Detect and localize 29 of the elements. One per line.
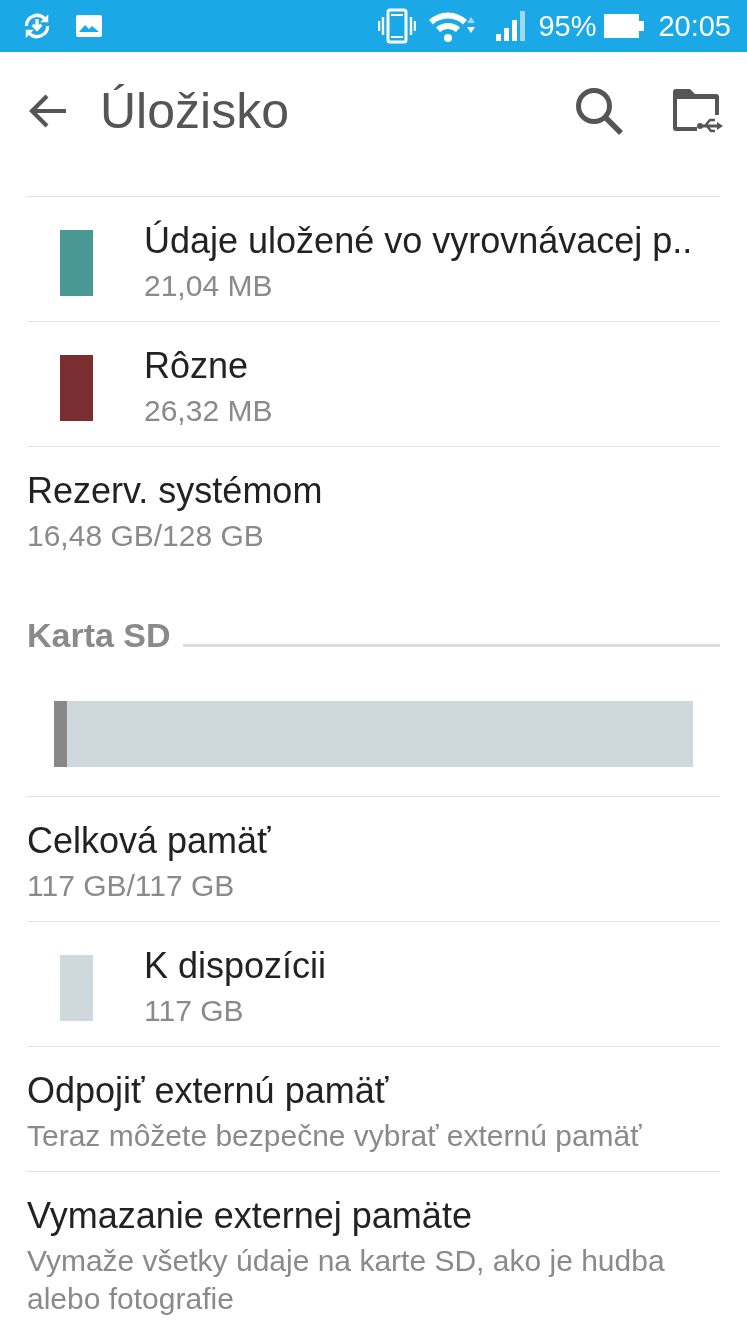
- item-title: Rôzne: [144, 345, 250, 387]
- item-subtitle: 117 GB: [144, 993, 245, 1029]
- back-button[interactable]: [28, 94, 68, 128]
- item-title: Vymazanie externej pamäte: [27, 1195, 473, 1237]
- clock-time: 20:05: [658, 9, 731, 43]
- screen-title: Úložisko: [100, 82, 290, 140]
- search-icon: [575, 87, 623, 135]
- search-button[interactable]: [575, 87, 623, 135]
- item-subtitle: 26,32 MB: [144, 393, 274, 429]
- item-title: Celková pamäť: [27, 820, 272, 862]
- item-subtitle: 16,48 GB/128 GB: [27, 518, 265, 554]
- item-title: K dispozícii: [144, 945, 328, 987]
- download-sync-icon: [22, 11, 52, 41]
- item-title: Údaje uložené vo vyrovnávacej p..: [144, 220, 694, 262]
- usb-storage-button[interactable]: [671, 88, 723, 134]
- item-subtitle: Vymaže všetky údaje na karte SD, ako je hudba alebo fotografie: [27, 1243, 666, 1317]
- item-title: Odpojiť externú pamäť: [27, 1070, 390, 1112]
- item-subtitle: Teraz môžete bezpečne vybrať externú pamäť: [27, 1118, 643, 1154]
- vibrate-icon: [378, 8, 417, 44]
- battery-percent: 95%: [538, 9, 597, 43]
- image-icon: [76, 15, 102, 37]
- section-header: Karta SD: [27, 616, 171, 654]
- signal-icon: [496, 11, 527, 41]
- item-title: Rezerv. systémom: [27, 470, 324, 512]
- item-subtitle: 117 GB/117 GB: [27, 868, 236, 904]
- back-arrow-icon: [28, 94, 68, 128]
- battery-icon: [604, 14, 645, 38]
- folder-usb-icon: [671, 88, 723, 134]
- item-subtitle: 21,04 MB: [144, 268, 274, 304]
